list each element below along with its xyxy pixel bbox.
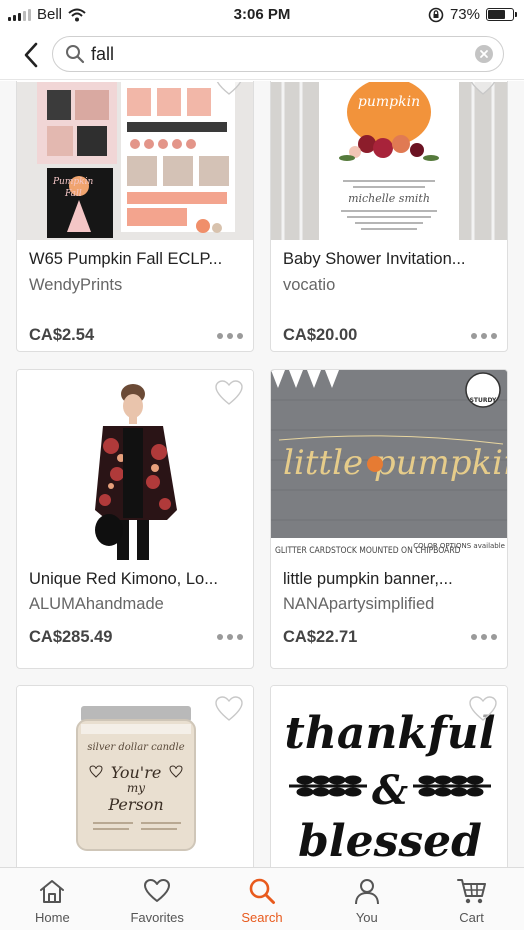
- svg-text:Fall: Fall: [64, 189, 82, 199]
- favorite-heart-icon[interactable]: [215, 696, 243, 722]
- invitation-image: pumpkin michelle smith: [271, 82, 507, 240]
- listing-shop[interactable]: vocatio: [283, 276, 335, 295]
- listing-card[interactable]: silver dollar candle You're my Person: [16, 685, 254, 867]
- banner-caption-right: COLOR OPTIONS available: [413, 542, 505, 550]
- candle-text-2: my: [127, 781, 145, 795]
- tab-label: Search: [241, 910, 283, 925]
- listing-image[interactable]: STURDY little pumpkin GLITTER CARDSTOCK …: [271, 370, 507, 560]
- listings-grid: Pumpkin Fall W65 Pumpkin Fall ECLP... We…: [0, 81, 524, 867]
- candle-brand-text: silver dollar candle: [87, 742, 184, 753]
- heart-icon: [142, 876, 172, 906]
- listing-price: CA$22.71: [283, 628, 358, 646]
- favorite-heart-icon[interactable]: [469, 696, 497, 722]
- listing-card[interactable]: Unique Red Kimono, Lo... ALUMAhandmade C…: [16, 369, 254, 669]
- favorite-heart-icon[interactable]: [215, 82, 243, 96]
- sign-line-3: blessed: [298, 816, 482, 867]
- more-options-button[interactable]: [471, 630, 497, 644]
- more-options-button[interactable]: [471, 329, 497, 343]
- bottom-tab-bar: Home Favorites Search You Cart: [0, 867, 524, 930]
- chevron-left-icon: [24, 42, 38, 68]
- sturdy-badge-text: STURDY: [470, 397, 497, 404]
- listing-card[interactable]: pumpkin michelle smith Baby Shower Invit…: [270, 81, 508, 352]
- listing-title[interactable]: W65 Pumpkin Fall ECLP...: [29, 250, 245, 269]
- tab-you[interactable]: You: [314, 868, 419, 930]
- listing-image[interactable]: pumpkin michelle smith: [271, 82, 507, 240]
- listing-image[interactable]: thankful & blessed: [271, 686, 507, 867]
- tab-label: You: [355, 910, 378, 925]
- more-options-button[interactable]: [217, 329, 243, 343]
- tab-search[interactable]: Search: [210, 868, 315, 930]
- listing-shop[interactable]: NANApartysimplified: [283, 595, 434, 614]
- listing-image[interactable]: silver dollar candle You're my Person: [17, 686, 253, 867]
- candle-text-3: Person: [107, 795, 163, 814]
- tab-favorites[interactable]: Favorites: [105, 868, 210, 930]
- planner-stickers-image: Pumpkin Fall: [17, 82, 253, 240]
- invitation-name-text: michelle smith: [348, 192, 430, 205]
- search-input[interactable]: [91, 43, 461, 65]
- sign-line-1: thankful: [285, 708, 496, 759]
- listing-title[interactable]: little pumpkin banner,...: [283, 570, 499, 589]
- tab-cart[interactable]: Cart: [419, 868, 524, 930]
- listing-card[interactable]: STURDY little pumpkin GLITTER CARDSTOCK …: [270, 369, 508, 669]
- banner-text: little pumpkin: [283, 443, 507, 483]
- listing-card[interactable]: thankful & blessed: [270, 685, 508, 867]
- back-button[interactable]: [18, 40, 44, 70]
- search-header: [0, 30, 524, 80]
- clear-search-button[interactable]: [475, 45, 493, 63]
- tab-label: Favorites: [130, 910, 184, 925]
- listing-price: CA$2.54: [29, 326, 95, 344]
- battery-icon: [486, 8, 517, 21]
- listing-shop[interactable]: ALUMAhandmade: [29, 595, 164, 614]
- search-icon: [247, 876, 277, 906]
- battery-level: [488, 10, 505, 19]
- battery-percent: 73%: [449, 6, 480, 23]
- listing-title[interactable]: Unique Red Kimono, Lo...: [29, 570, 245, 589]
- status-bar: Bell 3:06 PM 73%: [0, 0, 524, 30]
- listing-title[interactable]: Baby Shower Invitation...: [283, 250, 499, 269]
- pumpkin-banner-image: STURDY little pumpkin GLITTER CARDSTOCK …: [271, 370, 507, 560]
- search-bar[interactable]: [52, 36, 504, 72]
- invitation-heading-text: pumpkin: [358, 94, 420, 110]
- more-options-button[interactable]: [217, 630, 243, 644]
- home-icon: [37, 876, 67, 906]
- tab-label: Cart: [459, 910, 484, 925]
- sign-line-2: &: [372, 767, 408, 814]
- tab-label: Home: [35, 910, 70, 925]
- listing-shop[interactable]: WendyPrints: [29, 276, 122, 295]
- rotation-lock-icon: [428, 7, 444, 22]
- listing-price: CA$20.00: [283, 326, 358, 344]
- candle-text-1: You're: [111, 763, 162, 782]
- clear-x-icon: [480, 50, 488, 58]
- magnifier-icon: [65, 44, 85, 64]
- listing-card[interactable]: Pumpkin Fall W65 Pumpkin Fall ECLP... We…: [16, 81, 254, 352]
- listing-image[interactable]: [17, 370, 253, 560]
- favorite-heart-icon[interactable]: [215, 380, 243, 406]
- listing-price: CA$285.49: [29, 628, 113, 646]
- sticker-label-text: Pumpkin: [52, 177, 93, 187]
- battery-group: 73%: [428, 6, 517, 23]
- listing-image[interactable]: Pumpkin Fall: [17, 82, 253, 240]
- tab-home[interactable]: Home: [0, 868, 105, 930]
- favorite-heart-icon[interactable]: [469, 82, 497, 96]
- user-icon: [352, 876, 382, 906]
- cart-icon: [456, 876, 487, 906]
